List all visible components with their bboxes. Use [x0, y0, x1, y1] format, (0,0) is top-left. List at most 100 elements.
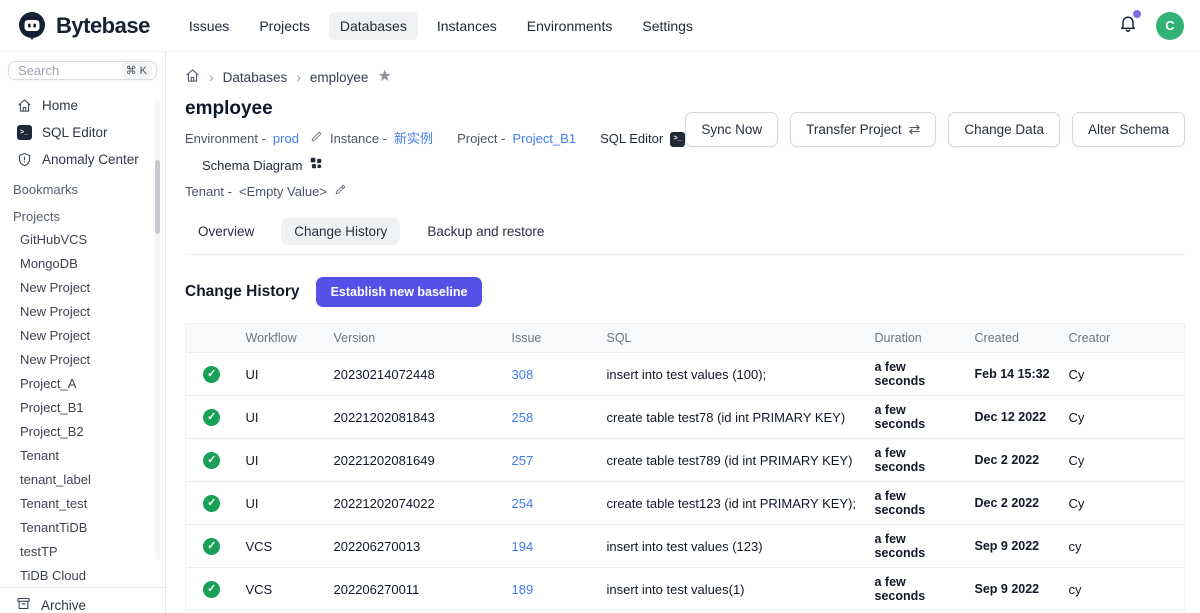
sync-now-button[interactable]: Sync Now — [685, 112, 778, 147]
column-sql[interactable]: SQL — [599, 324, 867, 353]
created-cell: Feb 14 15:32 — [967, 353, 1061, 396]
schema-diagram-icon[interactable] — [309, 156, 323, 176]
history-row[interactable]: ✓ UI 20230214072448 308 insert into test… — [186, 353, 1185, 396]
column-issue[interactable]: Issue — [504, 324, 599, 353]
sidebar-project-item[interactable]: tenant_label — [0, 467, 165, 491]
top-navigation: Bytebase Issues Projects Databases Insta… — [0, 0, 1200, 52]
sql-cell: create table test123 (id int PRIMARY KEY… — [599, 482, 867, 525]
history-row[interactable]: ✓ UI 20221202081843 258 create table tes… — [186, 396, 1185, 439]
creator-cell: Cy — [1061, 482, 1185, 525]
issue-link[interactable]: 257 — [512, 453, 534, 468]
breadcrumb-databases[interactable]: Databases — [223, 70, 288, 85]
sidebar-project-item[interactable]: New Project — [0, 275, 165, 299]
success-check-icon: ✓ — [203, 452, 220, 469]
duration-cell: a few seconds — [867, 396, 967, 439]
favorite-star-icon[interactable]: ★ — [377, 69, 391, 85]
tab-change-history[interactable]: Change History — [281, 218, 400, 245]
instance-link[interactable]: 新实例 — [394, 129, 433, 149]
main-nav: Issues Projects Databases Instances Envi… — [178, 12, 704, 40]
column-workflow[interactable]: Workflow — [238, 324, 326, 353]
chevron-right-icon: › — [209, 69, 214, 85]
nav-item-projects[interactable]: Projects — [248, 12, 321, 40]
projects-section-label: Projects — [0, 200, 165, 227]
project-list: GitHubVCSMongoDBNew ProjectNew ProjectNe… — [0, 227, 165, 587]
notification-dot — [1133, 10, 1141, 18]
home-icon — [16, 98, 32, 113]
nav-item-issues[interactable]: Issues — [178, 12, 240, 40]
change-data-button[interactable]: Change Data — [948, 112, 1060, 147]
establish-baseline-button[interactable]: Establish new baseline — [316, 277, 483, 307]
database-tabs: Overview Change History Backup and resto… — [185, 218, 1185, 255]
issue-link[interactable]: 308 — [512, 367, 534, 382]
bookmarks-section-label: Bookmarks — [0, 173, 165, 200]
sidebar-project-item[interactable]: New Project — [0, 299, 165, 323]
issue-link[interactable]: 194 — [512, 539, 534, 554]
user-avatar[interactable]: C — [1156, 12, 1184, 40]
sidebar-project-item[interactable]: Project_B2 — [0, 419, 165, 443]
nav-item-settings[interactable]: Settings — [631, 12, 704, 40]
column-creator[interactable]: Creator — [1061, 324, 1185, 353]
creator-cell: Cy — [1061, 439, 1185, 482]
sidebar-scrollbar-thumb[interactable] — [155, 160, 160, 234]
sidebar-project-item[interactable]: MongoDB — [0, 251, 165, 275]
shield-icon — [16, 152, 32, 167]
sidebar-project-item[interactable]: GitHubVCS — [0, 227, 165, 251]
transfer-project-button[interactable]: Transfer Project⇄ — [790, 112, 936, 147]
terminal-icon[interactable]: >_ — [670, 132, 685, 147]
sidebar-project-item[interactable]: testTP — [0, 539, 165, 563]
sidebar-project-item[interactable]: Project_B1 — [0, 395, 165, 419]
page-actions: Sync Now Transfer Project⇄ Change Data A… — [685, 112, 1185, 147]
table-header-row: Workflow Version Issue SQL Duration Crea… — [186, 324, 1185, 353]
history-table-body: ✓ UI 20230214072448 308 insert into test… — [186, 353, 1185, 613]
sql-cell: insert into test values (100); — [599, 353, 867, 396]
breadcrumb-employee[interactable]: employee — [310, 70, 369, 85]
notification-bell-icon[interactable] — [1118, 13, 1138, 38]
version-cell: 20221202074022 — [326, 482, 504, 525]
project-link[interactable]: Project_B1 — [512, 129, 576, 149]
column-created[interactable]: Created — [967, 324, 1061, 353]
sql-editor-label: SQL Editor — [600, 129, 663, 149]
search-input[interactable]: Search ⌘ K — [8, 61, 157, 80]
duration-cell: a few seconds — [867, 353, 967, 396]
search-placeholder: Search — [18, 63, 121, 78]
sidebar-project-item[interactable]: TiDB Cloud — [0, 563, 165, 587]
workflow-cell: UI — [238, 439, 326, 482]
sidebar-project-item[interactable]: New Project — [0, 347, 165, 371]
change-history-table: Workflow Version Issue SQL Duration Crea… — [185, 323, 1185, 613]
nav-item-instances[interactable]: Instances — [426, 12, 508, 40]
sidebar-item-archive[interactable]: Archive — [0, 587, 165, 613]
breadcrumb-home-icon[interactable] — [185, 68, 200, 86]
history-row[interactable]: ✓ VCS 202206270011 189 insert into test … — [186, 568, 1185, 611]
nav-item-environments[interactable]: Environments — [516, 12, 624, 40]
alter-schema-button[interactable]: Alter Schema — [1072, 112, 1185, 147]
version-cell: 202206270011 — [326, 568, 504, 611]
nav-item-databases[interactable]: Databases — [329, 12, 418, 40]
sidebar-project-item[interactable]: Project_A — [0, 371, 165, 395]
history-row[interactable]: ✓ VCS 202206270013 194 insert into test … — [186, 525, 1185, 568]
tab-backup-and-restore[interactable]: Backup and restore — [414, 218, 557, 245]
issue-link[interactable]: 189 — [512, 582, 534, 597]
pen-icon — [310, 129, 323, 149]
sidebar-project-item[interactable]: TenantTiDB — [0, 515, 165, 539]
column-version[interactable]: Version — [326, 324, 504, 353]
sidebar-item-sql-editor[interactable]: >_ SQL Editor — [0, 119, 165, 146]
issue-link[interactable]: 258 — [512, 410, 534, 425]
issue-link[interactable]: 254 — [512, 496, 534, 511]
duration-cell: a few seconds — [867, 439, 967, 482]
history-row[interactable]: ✓ UI 20221202081649 257 create table tes… — [186, 439, 1185, 482]
bytebase-logo[interactable]: Bytebase — [16, 10, 150, 42]
instance-label: Instance - — [330, 129, 387, 149]
creator-cell: Cy — [1061, 353, 1185, 396]
edit-pencil-icon[interactable] — [334, 182, 347, 202]
sidebar-project-item[interactable]: Tenant — [0, 443, 165, 467]
environment-link[interactable]: prod — [273, 129, 299, 149]
sidebar-item-anomaly-center[interactable]: Anomaly Center — [0, 146, 165, 173]
history-row[interactable]: ✓ UI 20221202074022 254 create table tes… — [186, 482, 1185, 525]
column-duration[interactable]: Duration — [867, 324, 967, 353]
workflow-cell: VCS — [238, 568, 326, 611]
sidebar-item-home[interactable]: Home — [0, 92, 165, 119]
tab-overview[interactable]: Overview — [185, 218, 267, 245]
sidebar-project-item[interactable]: New Project — [0, 323, 165, 347]
sidebar-project-item[interactable]: Tenant_test — [0, 491, 165, 515]
sql-cell: create table test789 (id int PRIMARY KEY… — [599, 439, 867, 482]
